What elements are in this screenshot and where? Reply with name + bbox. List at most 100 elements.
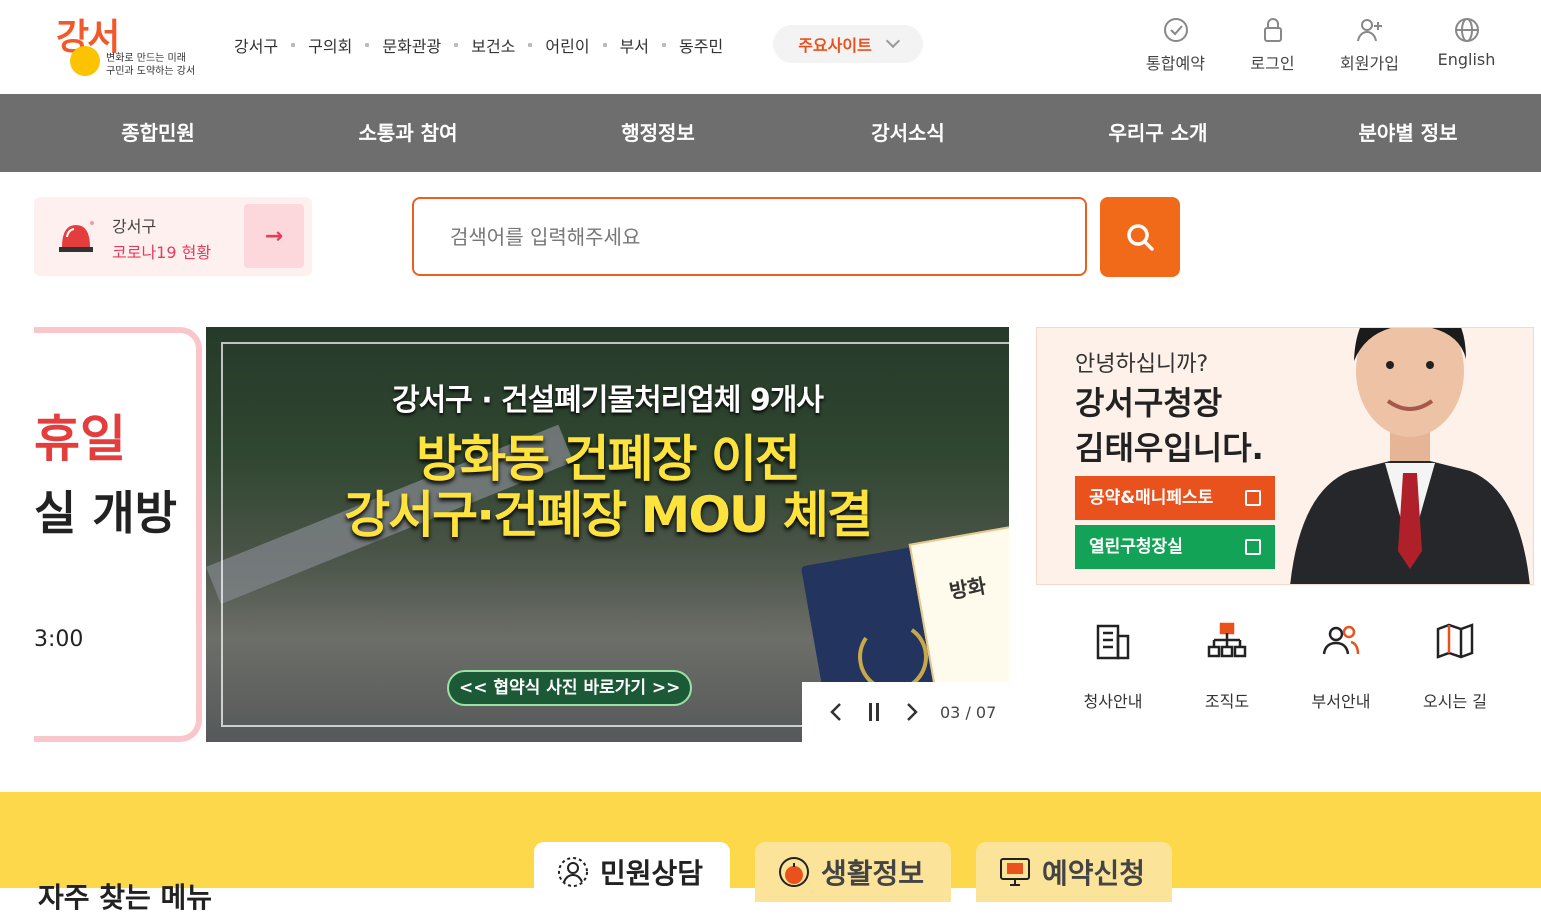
quick-directions[interactable]: 오시는 길 [1398,620,1512,712]
external-link-icon [1245,539,1261,555]
toplink-culture[interactable]: 문화관광 [382,33,441,57]
toplink-kids[interactable]: 어린이 [545,33,589,57]
mayor-greeting-box: 안녕하십니까? 강서구청장 김태우입니다. 공약&매니페스토 열린구청장실 [1036,327,1534,585]
frequent-menu-title: 자주 찾는 메뉴 [38,881,213,914]
logo-tagline-1: 변화로 만드는 미래 [106,53,186,64]
consult-icon [558,857,588,887]
search-icon [1127,224,1154,251]
bottom-section: 자주 찾는 메뉴 민원상담 생활정보 예약신청 [0,792,1541,914]
top-links: 강서구 구의회 문화관광 보건소 어린이 부서 동주민 [234,33,723,57]
photo-link-button[interactable]: << 협약식 사진 바로가기 >> [447,670,693,706]
nav-civil-service[interactable]: 종합민원 [58,94,258,172]
quick-label: 조직도 [1204,692,1250,711]
tab-civil-consult[interactable]: 민원상담 [534,842,730,902]
arrow-right-icon[interactable]: → [244,204,304,268]
util-label: 로그인 [1250,54,1295,73]
search-button[interactable] [1100,197,1180,277]
quick-org-chart[interactable]: 조직도 [1170,620,1284,712]
logo-sun-icon [70,46,100,76]
separator [662,43,667,47]
slide-page-indicator: 03 / 07 [940,702,997,722]
globe-icon [1454,18,1479,42]
separator [365,43,370,47]
main-sites-label: 주요사이트 [798,36,872,55]
corona-label-status: 코로나19 현황 [112,243,212,262]
open-mayor-office-label: 열린구청장실 [1089,537,1183,557]
separator [602,43,607,47]
nav-news[interactable]: 강서소식 [808,94,1008,172]
apple-icon [779,857,809,887]
map-icon [1436,623,1474,659]
logo-tagline-2: 구민과 도약하는 강서 [106,66,196,77]
chevron-left-icon [830,703,841,721]
pledge-manifesto-label: 공약&매니페스토 [1089,488,1214,508]
util-signup[interactable]: 회원가입 [1321,16,1418,74]
quick-label: 오시는 길 [1423,692,1487,711]
tab-reservation[interactable]: 예약신청 [976,842,1172,902]
prev-slide-button[interactable] [828,703,844,721]
toplink-dong[interactable]: 동주민 [679,33,723,57]
mayor-photo [1290,328,1530,584]
previous-slide-text-1: 휴일 [34,410,126,468]
toplink-health[interactable]: 보건소 [471,33,515,57]
main-navigation: 종합민원 소통과 참여 행정정보 강서소식 우리구 소개 분야별 정보 [0,94,1541,172]
lock-icon [1263,18,1282,42]
banner-subtitle: 강서구 · 건설폐기물처리업체 9개사 [391,383,824,418]
quick-building-guide[interactable]: 청사안내 [1056,620,1170,712]
corona-label-district: 강서구 [112,217,157,236]
logo-tagline: 변화로 만드는 미래 구민과 도약하는 강서 [106,52,195,78]
mayor-title: 강서구청장 [1075,384,1223,422]
pause-slide-button[interactable] [866,703,882,721]
quick-label: 부서안내 [1311,692,1371,711]
quick-label: 청사안내 [1083,692,1143,711]
utility-menu: 통합예약 로그인 회원가입 English [1127,16,1515,74]
toplink-council[interactable]: 구의회 [308,33,352,57]
document-text: 방화 [947,573,988,604]
toplink-gangseo[interactable]: 강서구 [234,33,278,57]
previous-slide-text-2: 실 개방 [34,486,177,540]
util-reservation[interactable]: 통합예약 [1127,16,1224,74]
util-english[interactable]: English [1418,16,1515,74]
search-input[interactable] [450,217,1050,257]
search-box [412,197,1087,276]
gangseo-logo[interactable]: 강서 변화로 만드는 미래 구민과 도약하는 강서 [56,8,206,84]
separator [454,43,459,47]
nav-communication[interactable]: 소통과 참여 [308,94,508,172]
separator [291,43,296,47]
main-sites-dropdown[interactable]: 주요사이트 [773,25,923,63]
util-label: 통합예약 [1146,54,1205,73]
add-user-icon [1356,19,1382,42]
slide-controls: 03 / 07 [802,682,1009,742]
chevron-right-icon [907,703,918,721]
util-login[interactable]: 로그인 [1224,16,1321,74]
mayor-name: 김태우입니다. [1075,429,1264,467]
check-circle-icon [1163,18,1188,42]
quick-department-guide[interactable]: 부서안내 [1284,620,1398,712]
toplink-departments[interactable]: 부서 [620,33,649,57]
tab-label: 민원상담 [600,857,704,890]
quick-menu: 청사안내 조직도 부서안내 오시는 길 [1056,620,1512,712]
top-header: 강서 변화로 만드는 미래 구민과 도약하는 강서 강서구 구의회 문화관광 보… [0,0,1541,94]
nav-administration[interactable]: 행정정보 [558,94,758,172]
nav-field-info[interactable]: 분야별 정보 [1308,94,1508,172]
mayor-greeting: 안녕하십니까? [1075,352,1209,377]
tab-label: 생활정보 [821,857,925,890]
util-label: 회원가입 [1340,54,1399,73]
next-slide-button[interactable] [904,703,920,721]
siren-icon [59,221,94,252]
open-mayor-office-button[interactable]: 열린구청장실 [1075,525,1275,569]
util-label: English [1437,50,1496,69]
corona-status-box[interactable]: 강서구 코로나19 현황 → [34,197,312,276]
chevron-down-icon [885,33,900,49]
nav-about[interactable]: 우리구 소개 [1058,94,1258,172]
previous-slide-text-3: 3:00 [34,627,84,652]
main-banner-slide[interactable]: 강서구 · 건설폐기물처리업체 9개사 방화동 건폐장 이전 강서구·건폐장 M… [206,327,1009,742]
tab-life-info[interactable]: 생활정보 [755,842,951,902]
monitor-icon [1000,858,1030,886]
banner-title-2: 강서구·건폐장 MOU 체결 [344,486,873,544]
pause-icon [869,703,879,721]
previous-slide-peek[interactable]: 휴일 실 개방 3:00 [34,327,206,742]
building-icon [1096,624,1130,660]
people-icon [1322,625,1360,655]
pledge-manifesto-button[interactable]: 공약&매니페스토 [1075,476,1275,520]
